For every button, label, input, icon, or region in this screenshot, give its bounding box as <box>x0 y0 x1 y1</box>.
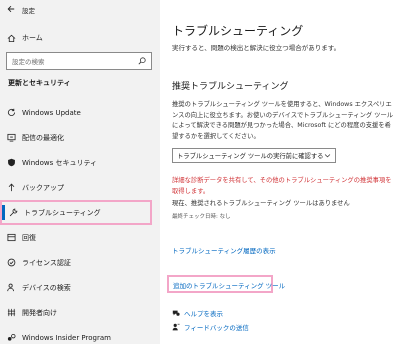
title-bar: 設定 <box>0 0 160 20</box>
sidebar-item-label: 開発者向け <box>22 308 57 317</box>
chevron-down-icon <box>324 152 331 159</box>
sidebar-item-label: デバイスの検索 <box>22 283 71 292</box>
status-text: 現在、推奨されるトラブルシューティング ツールはありません <box>172 200 350 207</box>
sidebar-item-windows-update[interactable]: Windows Update <box>0 100 160 125</box>
sidebar-item-label: ホーム <box>22 34 43 42</box>
check-circle-icon <box>0 258 22 267</box>
sidebar-item-label: ライセンス認証 <box>22 258 71 267</box>
get-help-row[interactable]: ヘルプを表示 <box>172 308 223 318</box>
search-icon[interactable] <box>138 57 146 65</box>
page-description: 実行すると、問題の検出と解決に役立つ場合があります。 <box>172 44 341 52</box>
send-feedback-link[interactable]: フィードバックの送信 <box>184 322 249 332</box>
sidebar-item-home[interactable]: ホーム <box>0 30 160 46</box>
app-title: 設定 <box>22 7 35 15</box>
search-placeholder: 設定の検索 <box>12 58 45 66</box>
sidebar-item-recovery[interactable]: 回復 <box>0 225 160 250</box>
delivery-optimization-icon <box>0 133 22 142</box>
backup-arrow-icon <box>0 183 22 192</box>
sidebar-item-label: Windows セキュリティ <box>22 158 98 167</box>
dropdown-selected-value: トラブルシューティング ツールの実行前に確認する <box>177 153 324 160</box>
troubleshoot-preference-dropdown[interactable]: トラブルシューティング ツールの実行前に確認する <box>172 148 336 163</box>
sidebar: 設定 ホーム 設定の検索 更新とセキュリティ Windows Update 配信… <box>0 0 160 344</box>
view-history-link[interactable]: トラブルシューティング履歴の表示 <box>172 245 276 255</box>
recovery-icon <box>0 233 22 242</box>
help-chat-icon <box>172 309 184 317</box>
sidebar-item-insider[interactable]: Windows Insider Program <box>0 325 160 344</box>
home-icon <box>0 34 22 43</box>
get-help-link[interactable]: ヘルプを表示 <box>184 308 223 318</box>
last-checked-text: 最終チェック日時: なし <box>172 214 231 220</box>
sidebar-item-label: Windows Insider Program <box>22 333 111 342</box>
sidebar-item-label: Windows Update <box>22 108 81 117</box>
sidebar-item-find-device[interactable]: デバイスの検索 <box>0 275 160 300</box>
section-heading: 更新とセキュリティ <box>8 79 71 87</box>
sidebar-item-label: 配信の最適化 <box>22 133 64 142</box>
sidebar-item-label: 回復 <box>22 233 36 242</box>
sidebar-item-windows-security[interactable]: Windows セキュリティ <box>0 150 160 175</box>
sidebar-item-troubleshoot[interactable]: トラブルシューティング <box>0 200 152 225</box>
feedback-row[interactable]: フィードバックの送信 <box>172 322 249 332</box>
sidebar-item-label: バックアップ <box>22 183 64 192</box>
sidebar-item-backup[interactable]: バックアップ <box>0 175 160 200</box>
back-arrow-icon[interactable] <box>0 5 22 16</box>
wrench-icon <box>2 208 24 217</box>
sidebar-item-activation[interactable]: ライセンス認証 <box>0 250 160 275</box>
refresh-icon <box>0 108 22 117</box>
diagnostic-data-warning-link[interactable]: 詳細な診断データを共有して、その他のトラブルシューティングの推奨事項を取得します… <box>172 176 394 197</box>
shield-icon <box>0 158 22 167</box>
sidebar-item-delivery-optimization[interactable]: 配信の最適化 <box>0 125 160 150</box>
developer-icon <box>0 308 22 317</box>
person-location-icon <box>0 283 22 292</box>
sidebar-nav: Windows Update 配信の最適化 Windows セキュリティ バック… <box>0 100 160 344</box>
insider-icon <box>0 333 22 342</box>
recommended-description: 推奨のトラブルシューティング ツールを使用すると、Windows エクスペリエン… <box>172 101 394 140</box>
feedback-person-icon <box>172 323 184 331</box>
page-title: トラブルシューティング <box>172 24 304 38</box>
recommended-heading: 推奨トラブルシューティング <box>172 82 289 92</box>
sidebar-item-label: トラブルシューティング <box>24 208 101 217</box>
search-input[interactable]: 設定の検索 <box>6 52 152 70</box>
additional-troubleshooters-link[interactable]: 追加のトラブルシューティング ツール <box>173 280 285 290</box>
sidebar-item-developer[interactable]: 開発者向け <box>0 300 160 325</box>
